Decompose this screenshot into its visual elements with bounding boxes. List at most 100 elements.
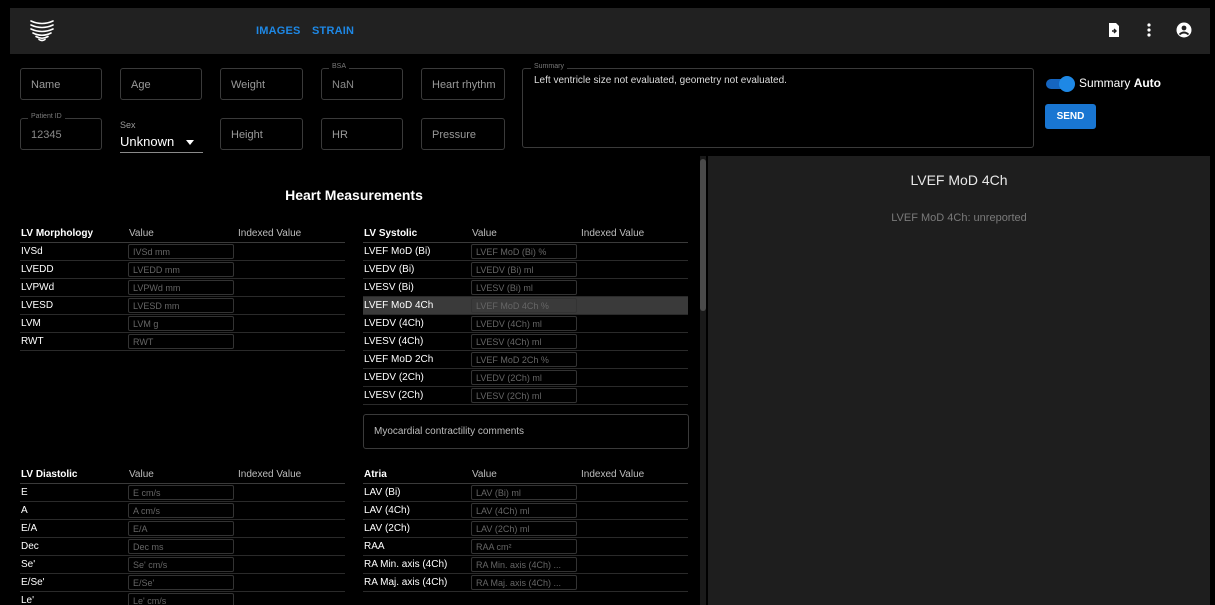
heart-rhythm-placeholder: Heart rhythm: [432, 79, 496, 91]
table-title: LV Systolic: [364, 228, 418, 239]
bsa-label: BSA: [329, 63, 350, 70]
measurement-value-input[interactable]: LVESV (2Ch) ml: [471, 388, 577, 403]
table-row[interactable]: LVESD LVESD mm: [20, 297, 345, 315]
measurement-value-input[interactable]: LVEDV (Bi) ml: [471, 262, 577, 277]
col-indexed-header: Indexed Value: [581, 469, 645, 480]
table-row[interactable]: RWT RWT: [20, 333, 345, 351]
sex-select[interactable]: Sex Unknown: [120, 118, 203, 153]
table-row[interactable]: LVEDD LVEDD mm: [20, 261, 345, 279]
name-field[interactable]: Name: [20, 68, 102, 100]
measurement-value-input[interactable]: Se' cm/s: [128, 557, 234, 572]
table-row[interactable]: LVESV (2Ch) LVESV (2Ch) ml: [363, 387, 688, 405]
summary-textarea[interactable]: Summary Left ventricle size not evaluate…: [522, 63, 1034, 148]
col-indexed-header: Indexed Value: [581, 228, 645, 239]
measurement-value-input[interactable]: Le' cm/s: [128, 593, 234, 605]
contractility-comments-field[interactable]: Myocardial contractility comments: [363, 414, 689, 449]
table-row[interactable]: Se' Se' cm/s: [20, 556, 345, 574]
measurement-value-input[interactable]: LVEF MoD 4Ch %: [471, 298, 577, 313]
detail-panel: LVEF MoD 4Ch LVEF MoD 4Ch: unreported: [708, 156, 1210, 605]
measurement-value-input[interactable]: Dec ms: [128, 539, 234, 554]
table-row[interactable]: LAV (Bi) LAV (Bi) ml: [363, 484, 688, 502]
table-row[interactable]: Dec Dec ms: [20, 538, 345, 556]
measurement-label: LVESV (4Ch): [364, 336, 424, 347]
pressure-placeholder: Pressure: [432, 129, 477, 141]
col-indexed-header: Indexed Value: [238, 469, 302, 480]
measurement-label: LVESV (2Ch): [364, 390, 424, 401]
measurement-value-input[interactable]: LVPWd mm: [128, 280, 234, 295]
weight-field[interactable]: Weight: [220, 68, 303, 100]
more-vertical-icon[interactable]: [1141, 22, 1157, 38]
table-row[interactable]: A A cm/s: [20, 502, 345, 520]
scrollbar-thumb[interactable]: [700, 159, 706, 311]
measurement-value-input[interactable]: IVSd mm: [128, 244, 234, 259]
heart-logo-icon[interactable]: [28, 17, 56, 43]
detail-title: LVEF MoD 4Ch: [910, 172, 1008, 188]
measurement-value-input[interactable]: LAV (2Ch) ml: [471, 521, 577, 536]
age-field[interactable]: Age: [120, 68, 202, 100]
table-row[interactable]: LVEDV (Bi) LVEDV (Bi) ml: [363, 261, 688, 279]
measurement-value-input[interactable]: LVESD mm: [128, 298, 234, 313]
measurement-value-input[interactable]: LAV (4Ch) ml: [471, 503, 577, 518]
file-export-icon[interactable]: [1106, 22, 1122, 38]
measurement-value-input[interactable]: LVEDV (2Ch) ml: [471, 370, 577, 385]
summary-auto-toggle[interactable]: [1046, 76, 1075, 92]
table-row[interactable]: LAV (4Ch) LAV (4Ch) ml: [363, 502, 688, 520]
measurement-value-input[interactable]: RA Min. axis (4Ch) ...: [471, 557, 577, 572]
measurements-scrollbar[interactable]: [700, 156, 706, 605]
measurement-label: E: [21, 487, 28, 498]
measurement-value-input[interactable]: LVESV (Bi) ml: [471, 280, 577, 295]
measurement-label: LVESV (Bi): [364, 282, 414, 293]
table-header: LV Diastolic Value Indexed Value: [20, 466, 345, 484]
measurement-value-input[interactable]: LVEF MoD 2Ch %: [471, 352, 577, 367]
measurement-value-input[interactable]: RWT: [128, 334, 234, 349]
measurement-label: RA Min. axis (4Ch): [364, 559, 448, 570]
measurement-label: RWT: [21, 336, 44, 347]
send-button[interactable]: SEND: [1045, 104, 1096, 129]
measurement-value-input[interactable]: A cm/s: [128, 503, 234, 518]
height-field[interactable]: Height: [220, 118, 303, 150]
table-row[interactable]: LVEF MoD 4Ch LVEF MoD 4Ch %: [363, 297, 688, 315]
table-header: LV Systolic Value Indexed Value: [363, 225, 688, 243]
measurement-value-input[interactable]: LVM g: [128, 316, 234, 331]
table-row[interactable]: E/A E/A: [20, 520, 345, 538]
measurement-value-input[interactable]: E/Se': [128, 575, 234, 590]
measurement-value-input[interactable]: E/A: [128, 521, 234, 536]
table-row[interactable]: RAA RAA cm²: [363, 538, 688, 556]
contractility-comments-placeholder: Myocardial contractility comments: [374, 426, 525, 437]
table-row[interactable]: RA Min. axis (4Ch) RA Min. axis (4Ch) ...: [363, 556, 688, 574]
table-row[interactable]: IVSd IVSd mm: [20, 243, 345, 261]
lv-morphology-table: LV Morphology Value Indexed Value IVSd IV…: [20, 225, 345, 351]
table-row[interactable]: LVEDV (2Ch) LVEDV (2Ch) ml: [363, 369, 688, 387]
account-circle-icon[interactable]: [1176, 22, 1192, 38]
table-row[interactable]: E/Se' E/Se': [20, 574, 345, 592]
pressure-field[interactable]: Pressure: [421, 118, 505, 150]
heart-rhythm-field[interactable]: Heart rhythm: [421, 68, 505, 100]
table-row[interactable]: E E cm/s: [20, 484, 345, 502]
measurement-value-input[interactable]: LAV (Bi) ml: [471, 485, 577, 500]
measurement-value-input[interactable]: RAA cm²: [471, 539, 577, 554]
table-row[interactable]: LAV (2Ch) LAV (2Ch) ml: [363, 520, 688, 538]
measurement-value-input[interactable]: LVEDD mm: [128, 262, 234, 277]
col-value-header: Value: [472, 469, 497, 480]
measurement-value-input[interactable]: RA Maj. axis (4Ch) ...: [471, 575, 577, 590]
table-row[interactable]: LVEDV (4Ch) LVEDV (4Ch) ml: [363, 315, 688, 333]
measurement-value-input[interactable]: LVEF MoD (Bi) %: [471, 244, 577, 259]
hr-field[interactable]: HR: [321, 118, 403, 150]
table-row[interactable]: LVPWd LVPWd mm: [20, 279, 345, 297]
patient-id-field[interactable]: Patient ID 12345: [20, 113, 102, 150]
table-row[interactable]: LVEF MoD 2Ch LVEF MoD 2Ch %: [363, 351, 688, 369]
table-row[interactable]: RA Maj. axis (4Ch) RA Maj. axis (4Ch) ...: [363, 574, 688, 592]
table-row[interactable]: Le' Le' cm/s: [20, 592, 345, 605]
nav-strain-tab[interactable]: STRAIN: [312, 25, 354, 37]
table-row[interactable]: LVM LVM g: [20, 315, 345, 333]
measurement-value-input[interactable]: LVESV (4Ch) ml: [471, 334, 577, 349]
table-row[interactable]: LVESV (Bi) LVESV (Bi) ml: [363, 279, 688, 297]
chevron-down-icon: [186, 140, 194, 145]
measurement-value-input[interactable]: LVEDV (4Ch) ml: [471, 316, 577, 331]
measurement-label: LAV (2Ch): [364, 523, 410, 534]
table-row[interactable]: LVESV (4Ch) LVESV (4Ch) ml: [363, 333, 688, 351]
measurement-value-input[interactable]: E cm/s: [128, 485, 234, 500]
nav-images-tab[interactable]: IMAGES: [256, 25, 301, 37]
table-row[interactable]: LVEF MoD (Bi) LVEF MoD (Bi) %: [363, 243, 688, 261]
sex-underline: [120, 152, 203, 153]
